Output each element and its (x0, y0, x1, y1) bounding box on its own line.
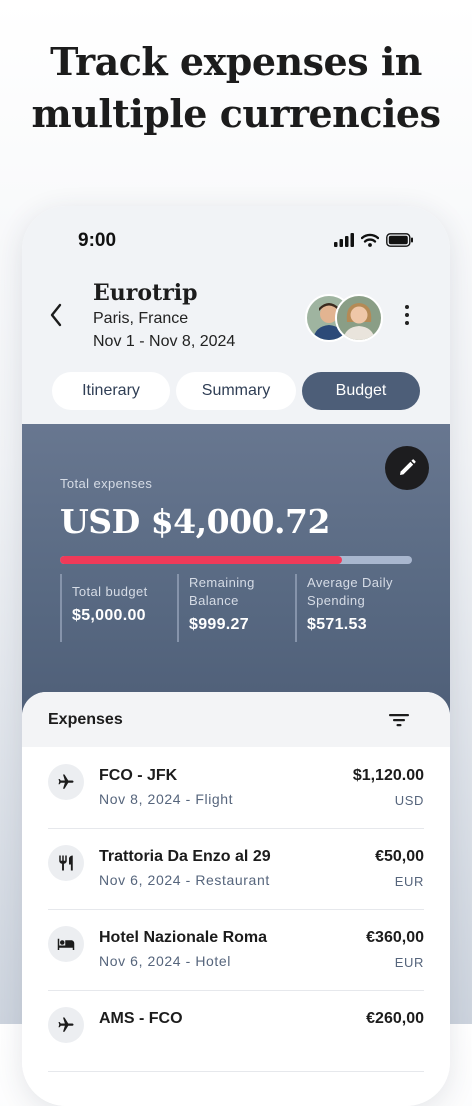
stat-label: Total budget (72, 584, 148, 599)
stat-total-budget: Total budget $5,000.00 (60, 574, 176, 642)
wifi-icon (361, 233, 379, 247)
total-expenses-label: Total expenses (60, 476, 153, 491)
budget-summary-card: Total expenses USD $4,000.72 Total budge… (22, 424, 450, 714)
status-time: 9:00 (78, 230, 117, 251)
pencil-icon (400, 459, 416, 475)
more-dot (405, 313, 409, 317)
battery-icon (386, 233, 413, 247)
chevron-left-icon (50, 303, 62, 327)
stat-value: $5,000.00 (72, 607, 146, 624)
expense-amount: $1,120.00 (352, 767, 424, 784)
tab-budget[interactable]: Budget (302, 372, 420, 410)
expense-currency: EUR (394, 874, 424, 889)
marketing-headline: Track expenses in multiple currencies (0, 36, 472, 140)
budget-progress-bar (60, 556, 412, 564)
expense-row[interactable]: FCO - JFK Nov 8, 2024 - Flight $1,120.00… (48, 747, 424, 829)
expense-category-icon (48, 764, 84, 800)
phone-frame: 9:00 Eurotrip Paris, France Nov 1 - Nov … (22, 206, 450, 1106)
stat-remaining-balance: Remaining Balance $999.27 (177, 574, 293, 642)
expense-title: FCO - JFK (99, 767, 178, 784)
total-expenses-value: USD $4,000.72 (60, 502, 330, 541)
traveler-avatars[interactable] (305, 294, 385, 342)
expense-row[interactable]: Trattoria Da Enzo al 29 Nov 6, 2024 - Re… (48, 828, 424, 910)
tab-summary[interactable]: Summary (176, 372, 296, 410)
stat-value: $999.27 (189, 616, 249, 633)
expense-title: AMS - FCO (99, 1010, 183, 1027)
status-icons (334, 233, 414, 247)
trip-location: Paris, France (93, 310, 189, 327)
cellular-signal-icon (334, 233, 354, 247)
more-dot (405, 305, 409, 309)
expense-row[interactable]: Hotel Nazionale Roma Nov 6, 2024 - Hotel… (48, 909, 424, 991)
stat-value: $571.53 (307, 616, 367, 633)
filter-button[interactable] (386, 710, 412, 730)
expenses-header: Expenses (22, 692, 450, 747)
expense-category-icon (48, 1007, 84, 1043)
budget-progress-fill (60, 556, 342, 564)
stat-label: Remaining Balance (189, 575, 255, 608)
edit-budget-button[interactable] (385, 446, 429, 490)
headline-line-1: Track expenses in (50, 39, 422, 84)
tab-itinerary[interactable]: Itinerary (52, 372, 170, 410)
expense-category-icon (48, 926, 84, 962)
headline-line-2: multiple currencies (31, 91, 441, 136)
more-dot (405, 321, 409, 325)
stat-label: Average Daily Spending (307, 575, 393, 608)
expense-subtitle: Nov 8, 2024 - Flight (99, 791, 234, 807)
expense-amount: €260,00 (366, 1010, 424, 1027)
expense-subtitle: Nov 6, 2024 - Hotel (99, 953, 232, 969)
expense-title: Trattoria Da Enzo al 29 (99, 848, 271, 865)
expense-category-icon (48, 845, 84, 881)
trip-tabs: Itinerary Summary Budget (52, 372, 422, 412)
trip-title: Eurotrip (93, 280, 198, 306)
avatar[interactable] (335, 294, 383, 342)
trip-header: 9:00 Eurotrip Paris, France Nov 1 - Nov … (22, 206, 450, 424)
expenses-panel: Expenses FCO - JFK Nov 8, 2024 - Flight … (22, 692, 450, 1106)
person-avatar-icon (337, 296, 381, 340)
expense-title: Hotel Nazionale Roma (99, 929, 268, 946)
expense-currency: EUR (394, 955, 424, 970)
expense-row[interactable]: AMS - FCO €260,00 (48, 990, 424, 1072)
expense-amount: €360,00 (366, 929, 424, 946)
filter-icon (389, 714, 409, 727)
trip-dates: Nov 1 - Nov 8, 2024 (93, 333, 236, 350)
expense-currency: USD (394, 793, 424, 808)
airplane-icon (58, 1017, 74, 1032)
stat-average-daily-spending: Average Daily Spending $571.53 (295, 574, 419, 642)
expense-amount: €50,00 (375, 848, 424, 865)
expense-subtitle: Nov 6, 2024 - Restaurant (99, 872, 270, 888)
restaurant-icon (59, 855, 73, 871)
expenses-title: Expenses (48, 711, 123, 728)
airplane-icon (58, 774, 74, 789)
more-options-button[interactable] (398, 302, 416, 328)
hotel-bed-icon (57, 938, 75, 950)
back-button[interactable] (44, 300, 68, 330)
